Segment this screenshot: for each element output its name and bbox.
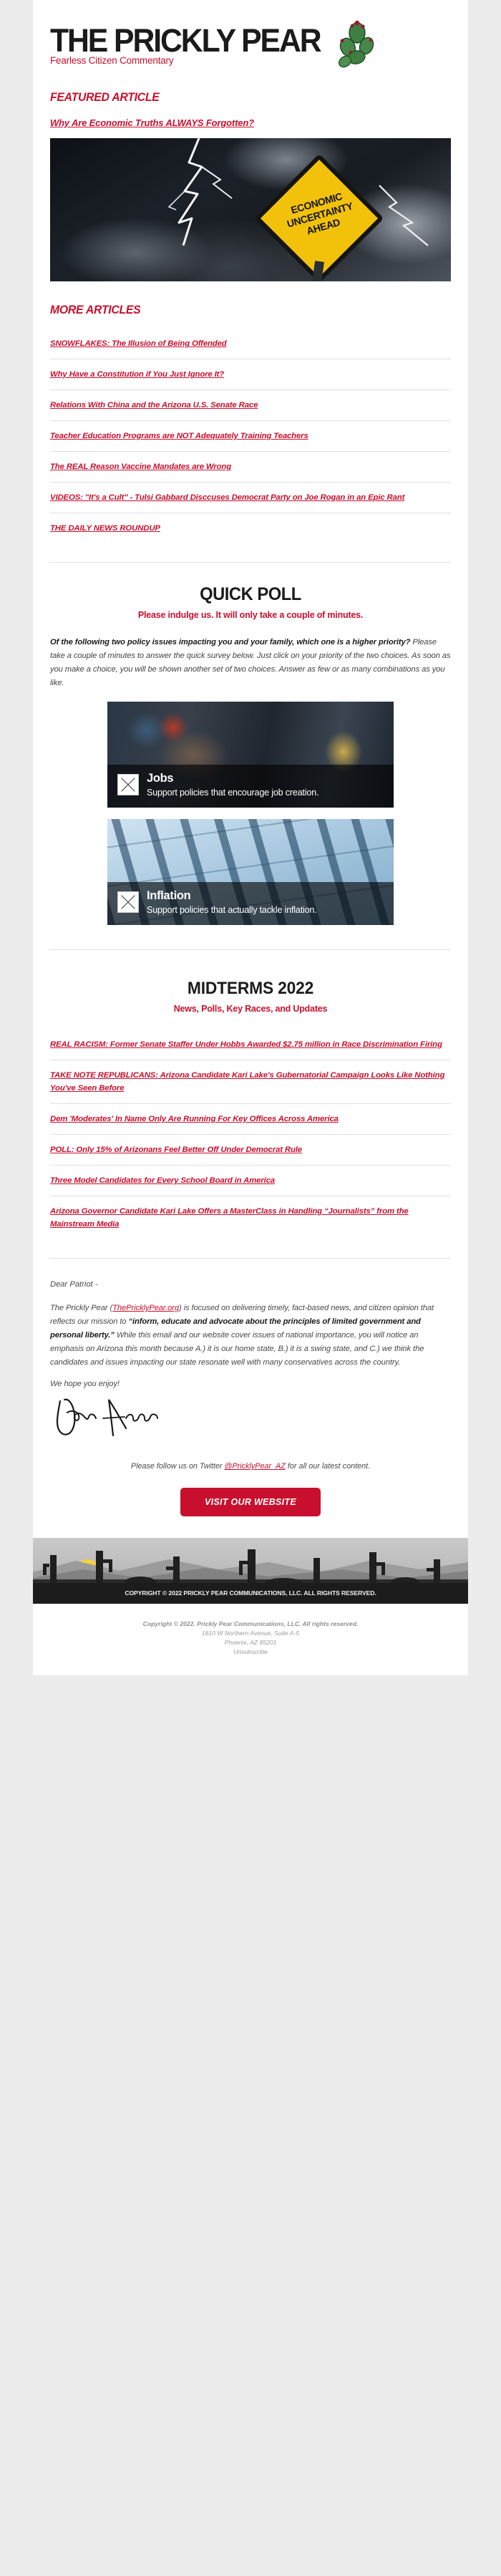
follow-text-a: Please follow us on Twitter [130, 1462, 225, 1471]
poll-option-jobs[interactable]: Jobs Support policies that encourage job… [107, 702, 394, 808]
letter-text-a: The Prickly Pear ( [50, 1304, 113, 1312]
poll-option-description: Support policies that encourage job crea… [147, 788, 319, 798]
poll-option-text: Jobs Support policies that encourage job… [147, 772, 318, 798]
article-link[interactable]: Why Have a Constitution if You Just Igno… [50, 368, 451, 381]
article-list-item: Why Have a Constitution if You Just Igno… [50, 359, 451, 389]
letter-paragraph: The Prickly Pear (ThePricklyPear.org) is… [50, 1302, 451, 1370]
footer-legal: Copyright © 2022. Prickly Pear Communica… [33, 1604, 468, 1675]
article-list-item: Teacher Education Programs are NOT Adequ… [50, 420, 451, 451]
quick-poll-intro: Of the following two policy issues impac… [33, 636, 468, 690]
newsletter-page: THE PRICKLY PEAR Fearless Citizen Commen… [0, 0, 501, 1676]
legal-address-1: 1810 W Northern Avenue, Suite A-5 [201, 1630, 300, 1637]
poll-checkbox[interactable] [117, 891, 139, 913]
logo-row: THE PRICKLY PEAR Fearless Citizen Commen… [50, 20, 451, 69]
legal-address-2: Phoenix, AZ 85201 [224, 1639, 277, 1647]
article-link[interactable]: Arizona Governor Candidate Kari Lake Off… [50, 1205, 451, 1231]
article-list-item: The REAL Reason Vaccine Mandates are Wro… [50, 451, 451, 482]
article-list-item: SNOWFLAKES: The Illusion of Being Offend… [50, 329, 451, 359]
article-link[interactable]: POLL: Only 15% of Arizonans Feel Better … [50, 1143, 451, 1156]
article-link[interactable]: Relations With China and the Arizona U.S… [50, 399, 451, 412]
cta-section: VISIT OUR WEBSITE [33, 1471, 468, 1538]
letter-salutation: Dear Patriot - [50, 1280, 98, 1289]
midterms-list: REAL RACISM: Former Senate Staffer Under… [33, 1030, 468, 1259]
article-link[interactable]: VIDEOS: "It's a Cult" - Tulsi Gabbard Di… [50, 491, 451, 504]
lightning-bolt-secondary-icon [379, 185, 429, 246]
x-mark-icon [121, 778, 135, 792]
article-link[interactable]: The REAL Reason Vaccine Mandates are Wro… [50, 460, 451, 473]
follow-text-b: for all our latest content. [285, 1462, 371, 1471]
poll-option-title: Jobs [147, 772, 174, 785]
prickly-pear-cactus-icon [338, 20, 374, 68]
poll-option-overlay: Jobs Support policies that encourage job… [107, 765, 394, 808]
letter-closing: We hope you enjoy! [50, 1380, 120, 1389]
twitter-handle-link[interactable]: @PricklyPear_AZ [225, 1462, 286, 1471]
footer-copyright-banner: COPYRIGHT © 2022 PRICKLY PEAR COMMUNICAT… [33, 1583, 468, 1604]
article-list-item: REAL RACISM: Former Senate Staffer Under… [50, 1030, 451, 1060]
visit-website-button[interactable]: VISIT OUR WEBSITE [180, 1488, 321, 1517]
poll-option-overlay: Inflation Support policies that actually… [107, 882, 394, 925]
article-list-item: Relations With China and the Arizona U.S… [50, 389, 451, 420]
midterms-section: MIDTERMS 2022 News, Polls, Key Races, an… [33, 950, 468, 1259]
article-link[interactable]: Three Model Candidates for Every School … [50, 1174, 451, 1187]
desert-footer-banner: COPYRIGHT © 2022 PRICKLY PEAR COMMUNICAT… [33, 1538, 468, 1604]
thepricklypear-link[interactable]: ThePricklyPear.org [112, 1304, 179, 1312]
article-list-item: THE DAILY NEWS ROUNDUP [50, 513, 451, 543]
poll-checkbox[interactable] [117, 774, 139, 795]
email-body: THE PRICKLY PEAR Fearless Citizen Commen… [33, 0, 468, 1676]
poll-option-title: Inflation [147, 889, 191, 902]
more-articles-heading: MORE ARTICLES [50, 303, 141, 316]
handwritten-signature-icon [56, 1398, 158, 1437]
legal-copyright: Copyright © 2022. Prickly Pear Communica… [142, 1620, 359, 1628]
midterms-title: MIDTERMS 2022 [187, 979, 314, 998]
more-articles-list: SNOWFLAKES: The Illusion of Being Offend… [50, 329, 451, 543]
article-link[interactable]: Teacher Education Programs are NOT Adequ… [50, 430, 451, 442]
featured-section: FEATURED ARTICLE Why Are Economic Truths… [33, 90, 468, 281]
masthead: THE PRICKLY PEAR Fearless Citizen Commen… [33, 0, 468, 69]
article-link[interactable]: SNOWFLAKES: The Illusion of Being Offend… [50, 337, 451, 350]
unsubscribe-link[interactable]: Unsubscribe [233, 1648, 268, 1655]
quick-poll-subtitle: Please indulge us. It will only take a c… [137, 610, 364, 620]
poll-option-text: Inflation Support policies that actually… [147, 889, 317, 916]
signature [50, 1394, 451, 1443]
article-list-item: VIDEOS: "It's a Cult" - Tulsi Gabbard Di… [50, 482, 451, 513]
x-mark-icon [121, 895, 135, 909]
featured-hero-image: ECONOMIC UNCERTAINTY AHEAD [50, 138, 451, 281]
letter-section: Dear Patriot - The Prickly Pear (ThePric… [33, 1259, 468, 1471]
article-list-item: Arizona Governor Candidate Kari Lake Off… [50, 1196, 451, 1239]
article-list-item: POLL: Only 15% of Arizonans Feel Better … [50, 1134, 451, 1165]
quick-poll-title: QUICK POLL [200, 584, 301, 604]
lightning-bolt-icon [167, 138, 233, 246]
article-list-item: Three Model Candidates for Every School … [50, 1165, 451, 1196]
twitter-follow-line: Please follow us on Twitter @PricklyPear… [50, 1462, 451, 1471]
article-link[interactable]: TAKE NOTE REPUBLICANS: Arizona Candidate… [50, 1069, 451, 1095]
cactus-silhouettes [43, 1549, 440, 1586]
midterms-subtitle: News, Polls, Key Races, and Updates [173, 1004, 328, 1014]
article-list-item: Dem 'Moderates' In Name Only Are Running… [50, 1103, 451, 1134]
featured-article-link[interactable]: Why Are Economic Truths ALWAYS Forgotten… [50, 116, 451, 130]
more-articles-section: MORE ARTICLES SNOWFLAKES: The Illusion o… [33, 303, 468, 563]
quick-poll-section: QUICK POLL Please indulge us. It will on… [33, 563, 468, 950]
article-link[interactable]: Dem 'Moderates' In Name Only Are Running… [50, 1113, 451, 1125]
poll-option-inflation[interactable]: Inflation Support policies that actually… [107, 819, 394, 925]
featured-heading: FEATURED ARTICLE [50, 90, 160, 104]
article-link[interactable]: THE DAILY NEWS ROUNDUP [50, 522, 451, 535]
article-link[interactable]: REAL RACISM: Former Senate Staffer Under… [50, 1038, 451, 1051]
quick-poll-intro-bold: Of the following two policy issues impac… [50, 638, 411, 647]
poll-option-description: Support policies that actually tackle in… [147, 905, 317, 915]
article-list-item: TAKE NOTE REPUBLICANS: Arizona Candidate… [50, 1060, 451, 1103]
